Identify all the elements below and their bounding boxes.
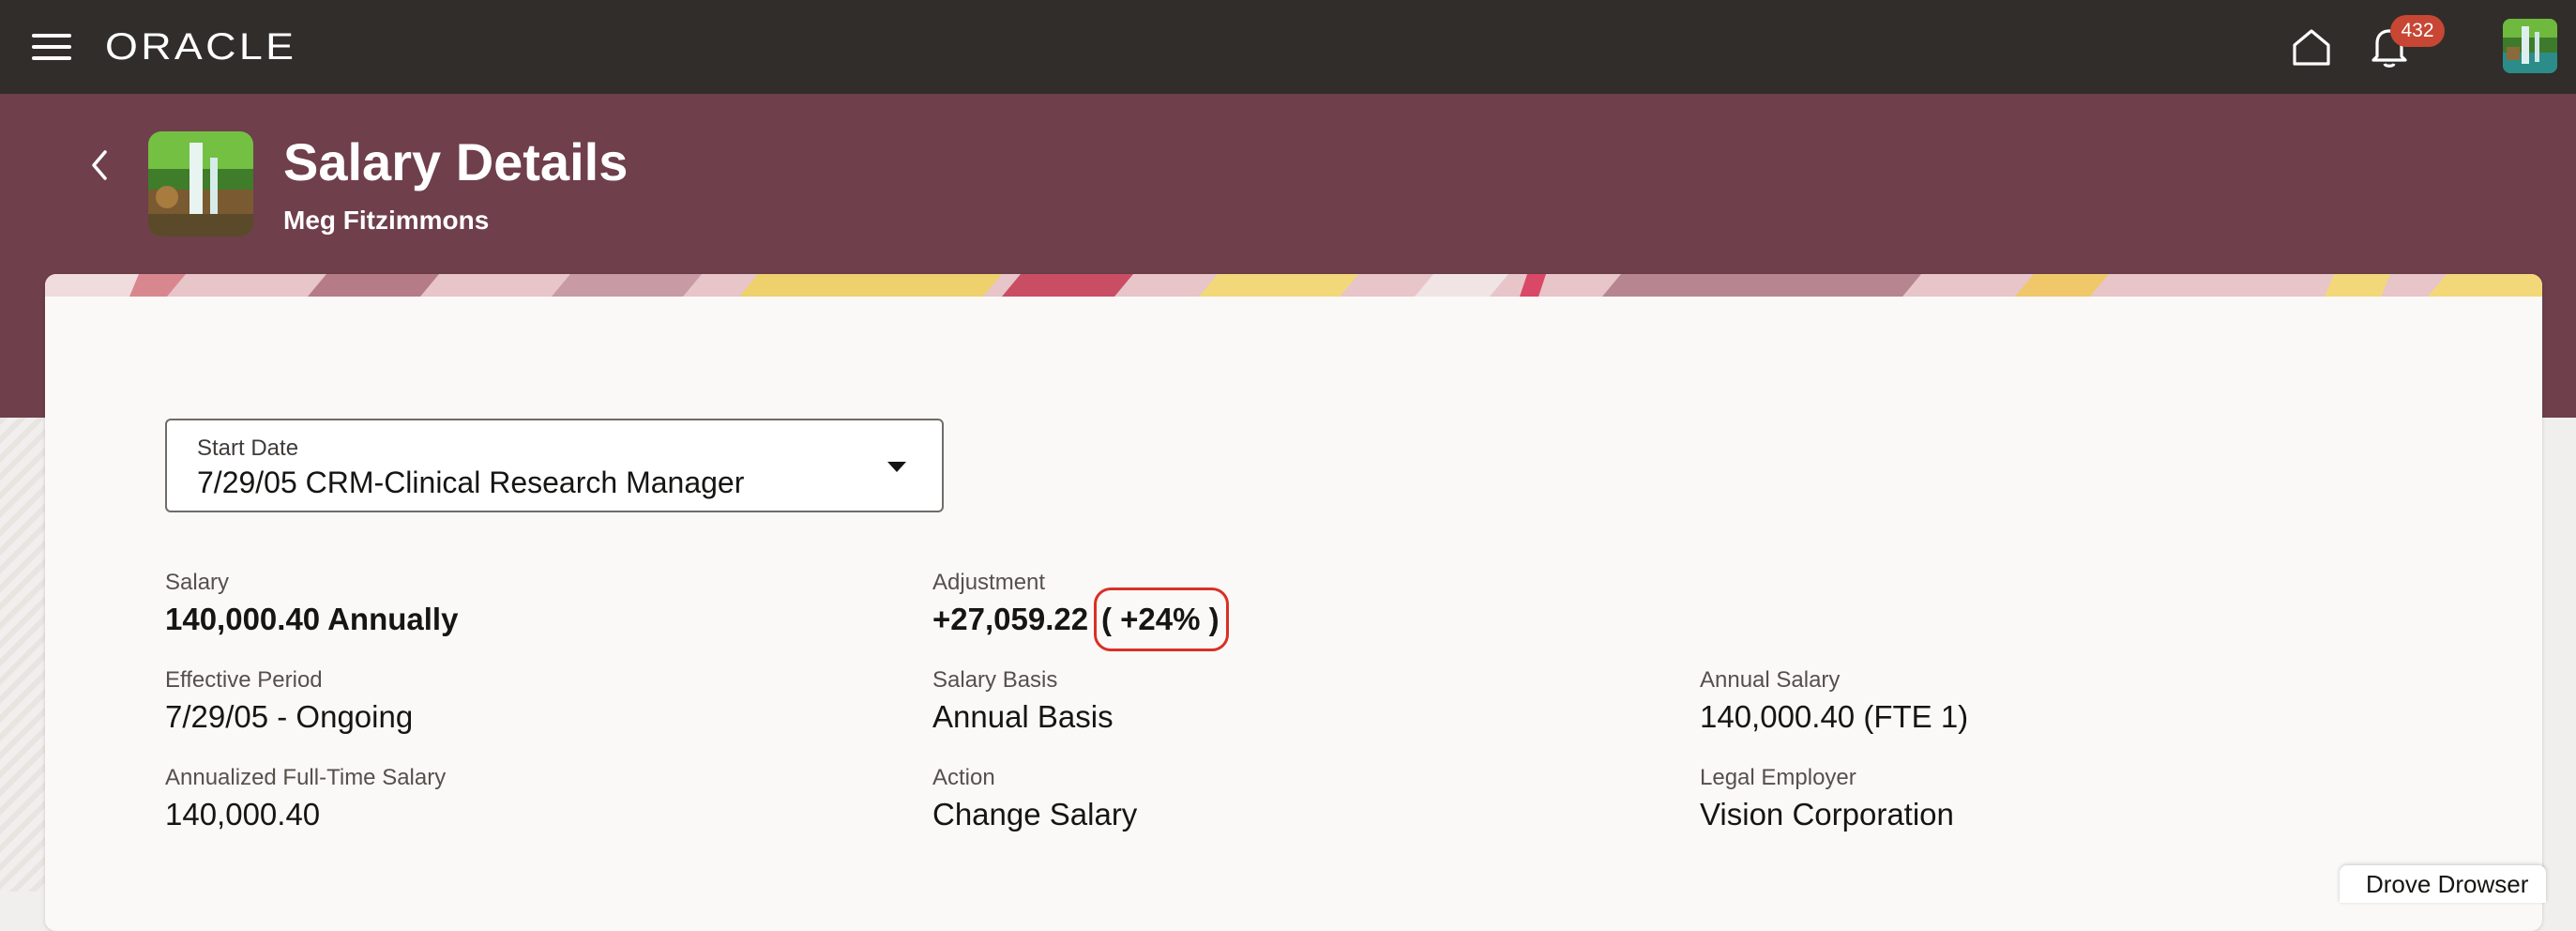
salary-label: Salary — [165, 570, 230, 595]
adjustment-value: +27,059.22 — [932, 602, 1089, 636]
page-title: Salary Details — [283, 132, 629, 191]
annualized-fte-salary-value: 140,000.40 — [165, 797, 321, 832]
legal-employer-value: Vision Corporation — [1700, 797, 1954, 832]
chevron-down-icon[interactable] — [887, 462, 906, 472]
notification-count-badge: 432 — [2390, 15, 2445, 47]
employee-name: Meg Fitzimmons — [283, 206, 490, 235]
salary-value: 140,000.40 Annually — [165, 602, 459, 636]
oracle-logo[interactable]: ORACLE — [105, 26, 296, 68]
bottom-tab[interactable]: Drove Drowser — [2340, 865, 2546, 903]
action-value: Change Salary — [932, 797, 1138, 832]
salary-basis-value: Annual Basis — [932, 699, 1114, 734]
start-date-select[interactable]: Start Date 7/29/05 CRM-Clinical Research… — [165, 419, 944, 512]
avatar[interactable] — [2503, 19, 2557, 73]
employee-photo — [148, 131, 253, 237]
action-label: Action — [932, 765, 995, 790]
effective-period-label: Effective Period — [165, 667, 323, 693]
start-date-value: 7/29/05 CRM-Clinical Research Manager — [197, 466, 745, 499]
back-icon[interactable] — [83, 145, 116, 186]
start-date-label: Start Date — [197, 435, 299, 461]
annual-salary-label: Annual Salary — [1700, 667, 1841, 693]
adjustment-percent: ( +24% ) — [1101, 602, 1220, 636]
legal-employer-label: Legal Employer — [1700, 765, 1856, 790]
home-icon[interactable] — [2289, 24, 2334, 69]
annual-salary-value: 140,000.40 (FTE 1) — [1700, 699, 1969, 734]
menu-icon[interactable] — [32, 32, 71, 62]
adjustment-label: Adjustment — [932, 570, 1046, 595]
decorative-banner — [45, 274, 2542, 297]
effective-period-value: 7/29/05 - Ongoing — [165, 699, 414, 734]
annualized-fte-salary-label: Annualized Full-Time Salary — [165, 765, 447, 790]
top-navigation-bar: ORACLE 432 — [0, 0, 2576, 94]
salary-basis-label: Salary Basis — [932, 667, 1058, 693]
background-pattern — [0, 418, 45, 892]
